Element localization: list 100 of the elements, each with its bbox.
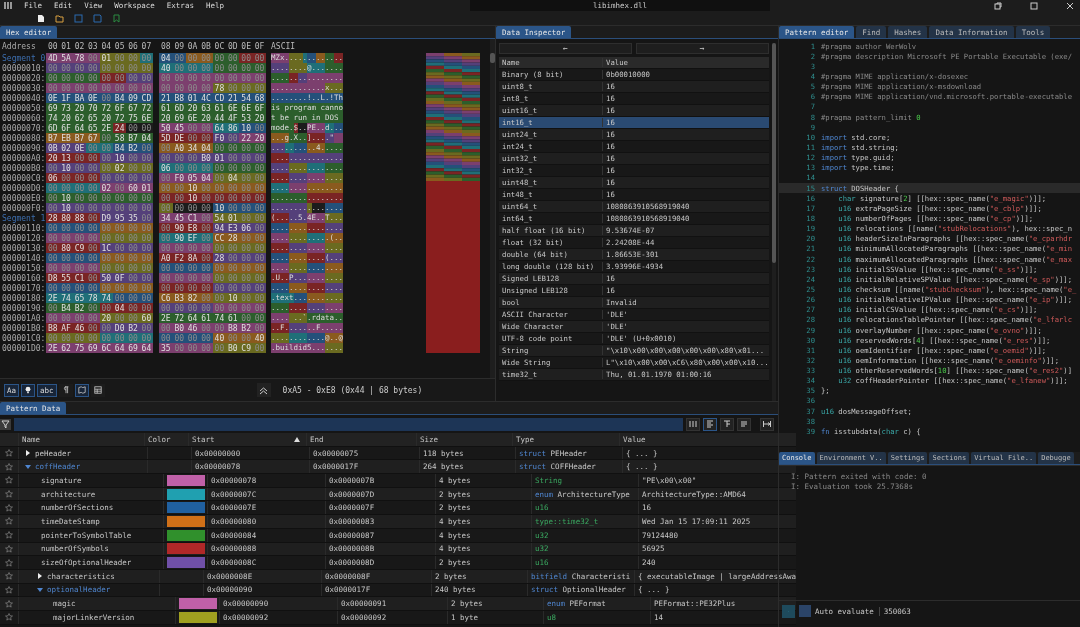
hex-byte[interactable]: 72: [172, 313, 186, 323]
hex-byte[interactable]: 00: [112, 193, 127, 203]
hex-byte[interactable]: 00: [226, 153, 240, 163]
collapsed-arrow-icon[interactable]: [25, 450, 31, 457]
hex-byte[interactable]: 00: [46, 333, 60, 343]
filter-icon[interactable]: [0, 418, 11, 430]
hex-byte[interactable]: 64: [185, 313, 200, 323]
hex-byte[interactable]: 00: [139, 323, 154, 333]
hex-byte[interactable]: 00: [46, 243, 60, 253]
hex-byte[interactable]: 20: [185, 103, 200, 113]
hex-byte[interactable]: 00: [172, 83, 186, 93]
collapsed-arrow-icon[interactable]: [37, 573, 43, 580]
hex-byte[interactable]: 00: [185, 343, 200, 353]
hex-byte[interactable]: 00: [72, 153, 87, 163]
hex-byte[interactable]: 54: [212, 213, 227, 223]
hex-byte[interactable]: 68: [252, 93, 267, 103]
hex-byte[interactable]: 00: [72, 193, 87, 203]
hex-byte[interactable]: 45: [172, 213, 186, 223]
restore-icon[interactable]: [994, 1, 1002, 10]
expanded-arrow-icon[interactable]: [37, 586, 43, 593]
minimap-drawing[interactable]: [426, 53, 480, 353]
hex-byte[interactable]: 00: [86, 283, 100, 293]
hex-byte[interactable]: 00: [126, 333, 140, 343]
hex-byte[interactable]: 50: [99, 273, 113, 283]
hex-byte[interactable]: 00: [59, 73, 73, 83]
hex-byte[interactable]: 00: [139, 163, 154, 173]
hex-byte[interactable]: 02: [99, 183, 113, 193]
hex-byte[interactable]: B8: [226, 323, 240, 333]
hex-byte[interactable]: 00: [172, 53, 186, 63]
hex-byte[interactable]: 00: [112, 293, 127, 303]
hex-byte[interactable]: 00: [199, 273, 213, 283]
hex-byte[interactable]: 00: [212, 303, 227, 313]
hex-byte[interactable]: 00: [199, 343, 213, 353]
hex-byte[interactable]: 50: [159, 123, 173, 133]
hex-byte[interactable]: C6: [159, 293, 173, 303]
hex-byte[interactable]: 04: [226, 173, 240, 183]
hex-byte[interactable]: 01: [185, 93, 200, 103]
hex-byte[interactable]: 00: [252, 233, 267, 243]
hex-byte[interactable]: 00: [126, 273, 140, 283]
hex-byte[interactable]: 00: [72, 173, 87, 183]
hex-byte[interactable]: 00: [212, 163, 227, 173]
hex-byte[interactable]: 00: [199, 283, 213, 293]
hex-byte[interactable]: 00: [99, 93, 113, 103]
hex-byte[interactable]: 75: [72, 343, 87, 353]
hex-byte[interactable]: 00: [72, 283, 87, 293]
hex-byte[interactable]: 28: [46, 213, 60, 223]
hex-byte[interactable]: 20: [199, 113, 213, 123]
hex-byte[interactable]: 00: [159, 73, 173, 83]
hex-byte[interactable]: 00: [46, 253, 60, 263]
hex-byte[interactable]: 64: [72, 123, 87, 133]
hex-byte[interactable]: 00: [126, 63, 140, 73]
hex-byte[interactable]: 2E: [159, 313, 173, 323]
hex-byte[interactable]: 00: [252, 173, 267, 183]
hex-byte[interactable]: A0: [159, 253, 173, 263]
star-icon[interactable]: [5, 585, 13, 594]
hex-byte[interactable]: 00: [139, 73, 154, 83]
hex-byte[interactable]: 00: [185, 203, 200, 213]
hex-byte[interactable]: C9: [239, 343, 253, 353]
hex-byte[interactable]: 00: [199, 63, 213, 73]
hex-byte[interactable]: 00: [72, 63, 87, 73]
star-icon[interactable]: [5, 613, 13, 622]
hex-byte[interactable]: 00: [239, 253, 253, 263]
scrollbar-thumb[interactable]: [771, 43, 776, 263]
hex-byte[interactable]: 00: [139, 63, 154, 73]
hex-byte[interactable]: 00: [86, 163, 100, 173]
hex-byte[interactable]: 00: [212, 273, 227, 283]
hex-byte[interactable]: 90: [172, 233, 186, 243]
hex-byte[interactable]: 00: [99, 83, 113, 93]
hex-byte[interactable]: C1: [185, 213, 200, 223]
hex-byte[interactable]: 00: [86, 333, 100, 343]
hex-byte[interactable]: 00: [126, 73, 140, 83]
hex-byte[interactable]: 20: [252, 133, 267, 143]
hex-byte[interactable]: 46: [185, 323, 200, 333]
hex-byte[interactable]: 00: [112, 263, 127, 273]
hex-byte[interactable]: 00: [46, 163, 60, 173]
hex-byte[interactable]: 00: [199, 203, 213, 213]
hex-byte[interactable]: 00: [252, 263, 267, 273]
hex-byte[interactable]: 0E: [86, 93, 100, 103]
hex-byte[interactable]: 2E: [46, 343, 60, 353]
hex-byte[interactable]: 00: [72, 83, 87, 93]
hex-byte[interactable]: 00: [159, 83, 173, 93]
hex-byte[interactable]: 86: [226, 123, 240, 133]
hex-byte[interactable]: 28: [212, 253, 227, 263]
hex-byte[interactable]: 00: [126, 173, 140, 183]
hex-byte[interactable]: 00: [226, 63, 240, 73]
hex-byte[interactable]: 00: [252, 53, 267, 63]
hex-byte[interactable]: 00: [86, 153, 100, 163]
hex-byte[interactable]: 00: [172, 303, 186, 313]
hex-byte[interactable]: 35: [126, 213, 140, 223]
hex-byte[interactable]: B4: [59, 303, 73, 313]
hex-byte[interactable]: 00: [112, 203, 127, 213]
hex-byte[interactable]: 00: [59, 253, 73, 263]
hex-byte[interactable]: 00: [159, 173, 173, 183]
hex-byte[interactable]: 00: [86, 183, 100, 193]
hex-byte[interactable]: D9: [99, 213, 113, 223]
hex-byte[interactable]: 00: [86, 63, 100, 73]
hex-byte[interactable]: 00: [239, 53, 253, 63]
hex-byte[interactable]: 74: [212, 313, 227, 323]
hex-byte[interactable]: 00: [185, 63, 200, 73]
hex-byte[interactable]: 00: [139, 123, 154, 133]
